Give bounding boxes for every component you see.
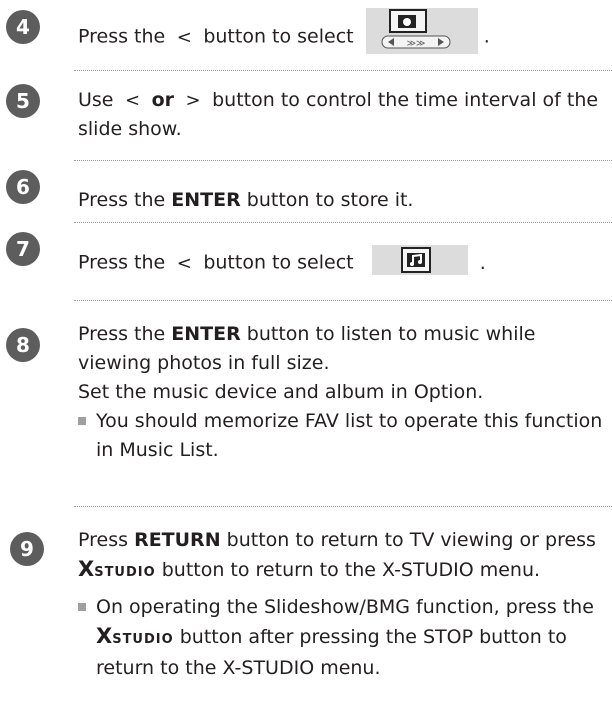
xstudio-x: X (78, 557, 95, 581)
step-7-end: . (479, 251, 486, 274)
step-8-line2: Set the music device and album in Option… (78, 381, 484, 403)
step-number-8: 8 (6, 328, 40, 362)
step-4-after: button to select (203, 25, 354, 48)
step-number-6: 6 (6, 170, 40, 204)
step-9-mid: button to return to TV viewing or press (226, 529, 596, 551)
step-9-pre: Press (78, 529, 129, 551)
step-number-4: 4 (6, 10, 40, 44)
xstudio-rest: STUDIO (112, 632, 174, 647)
xstudio-rest: STUDIO (94, 565, 156, 580)
separator (74, 160, 612, 161)
step-7-text: Press the < button to select . (78, 245, 604, 278)
separator (74, 70, 612, 71)
slideshow-timer-icon: ≫≫ (381, 9, 451, 49)
separator (74, 506, 612, 507)
or-word: or (151, 89, 175, 111)
step-8-note-text: You should memorize FAV list to operate … (96, 410, 603, 461)
xstudio-x: X (96, 624, 113, 648)
separator (74, 300, 612, 301)
music-note-icon (400, 247, 431, 273)
step-9-post: button to return to the X-STUDIO menu. (161, 559, 541, 581)
step-number-5: 5 (6, 84, 40, 118)
enter-keyword: ENTER (171, 323, 241, 345)
separator (74, 222, 612, 223)
left-arrow-label: < (125, 90, 141, 111)
left-arrow-label: < (176, 26, 192, 48)
step-7-before: Press the (78, 251, 166, 274)
step-4-text: Press the < button to select ≫≫ . (78, 8, 604, 60)
step-7-after: button to select (203, 251, 354, 274)
right-arrow-label: > (185, 90, 201, 111)
step-9-note: On operating the Slideshow/BMG function,… (78, 593, 604, 683)
step-number-9: 9 (10, 532, 44, 566)
xstudio-logo: XSTUDIO (78, 557, 156, 581)
step-number-7: 7 (6, 232, 40, 266)
step-5-text: Use < or > button to control the time in… (78, 86, 604, 144)
left-arrow-label: < (176, 252, 192, 274)
step-9-note-pre: On operating the Slideshow/BMG function,… (96, 596, 594, 618)
step-5-pre: Use (78, 89, 114, 111)
step-8-pre: Press the (78, 323, 166, 345)
music-option-box (371, 245, 468, 275)
step-4-end: . (483, 25, 490, 48)
step-6-post: button to store it. (246, 189, 414, 211)
step-9-text: Press RETURN button to return to TV view… (78, 526, 604, 683)
svg-text:≫≫: ≫≫ (406, 39, 425, 49)
step-8-text: Press the ENTER button to listen to musi… (78, 320, 604, 465)
step-6-pre: Press the (78, 189, 166, 211)
bullet-square-icon (78, 603, 86, 611)
step-4-before: Press the (78, 25, 166, 48)
xstudio-logo: XSTUDIO (96, 624, 174, 648)
return-keyword: RETURN (134, 529, 221, 551)
slideshow-option-box: ≫≫ (365, 8, 478, 54)
bullet-square-icon (78, 417, 86, 425)
enter-keyword: ENTER (171, 189, 241, 211)
step-6-text: Press the ENTER button to store it. (78, 186, 604, 215)
step-8-note: You should memorize FAV list to operate … (78, 407, 604, 465)
